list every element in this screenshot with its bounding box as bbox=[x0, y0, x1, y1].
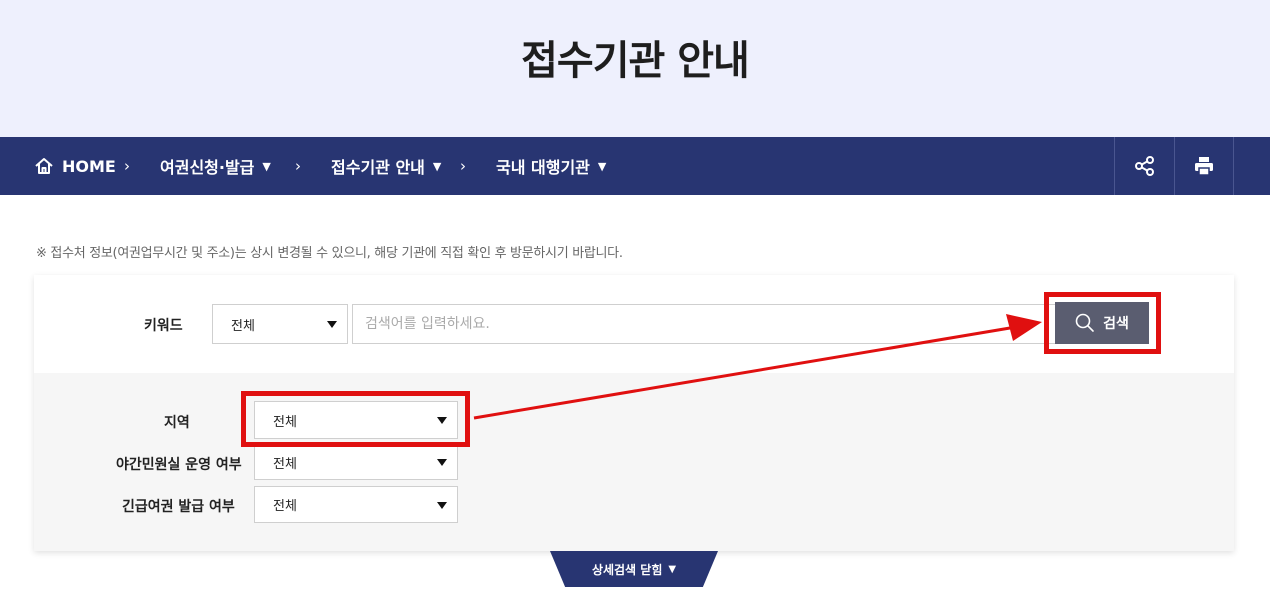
breadcrumb-home-label: HOME bbox=[62, 156, 116, 176]
breadcrumb-item-reception-guide[interactable]: 접수기관 안내 ▼ bbox=[331, 137, 441, 195]
breadcrumb-item-label: 여권신청·발급 bbox=[160, 158, 255, 177]
breadcrumb-item-domestic-agency[interactable]: 국내 대행기관 ▼ bbox=[496, 137, 606, 195]
filter-label-region: 지역 bbox=[164, 415, 190, 431]
emergency-passport-select-value: 전체 bbox=[273, 499, 297, 514]
breadcrumb-item-passport-issuance[interactable]: 여권신청·발급 ▼ bbox=[160, 137, 271, 195]
share-icon bbox=[1134, 156, 1154, 176]
print-button[interactable] bbox=[1174, 137, 1234, 195]
print-icon bbox=[1195, 157, 1213, 176]
detail-search-toggle-label: 상세검색 닫힘 bbox=[591, 562, 663, 577]
night-office-select-value: 전체 bbox=[273, 456, 297, 472]
caret-down-icon: ▼ bbox=[432, 159, 442, 173]
caret-down-icon: ▼ bbox=[668, 563, 677, 575]
page-header: 접수기관 안내 bbox=[0, 0, 1270, 137]
keyword-scope-value: 전체 bbox=[231, 318, 255, 334]
dropdown-arrow-icon bbox=[437, 501, 447, 509]
night-office-select[interactable]: 전체 bbox=[254, 444, 458, 480]
dropdown-arrow-icon bbox=[327, 321, 337, 328]
breadcrumb-item-label: 국내 대행기관 bbox=[496, 158, 590, 177]
breadcrumb-bar: HOME › 여권신청·발급 ▼ › 접수기관 안내 ▼ › 국내 대행기관 ▼ bbox=[0, 137, 1270, 195]
notice-text: ※ 접수처 정보(여권업무시간 및 주소)는 상시 변경될 수 있으니, 해당 … bbox=[36, 246, 623, 261]
search-button-highlight bbox=[1044, 292, 1161, 354]
search-input[interactable] bbox=[352, 304, 1072, 344]
chevron-right-icon: › bbox=[460, 157, 466, 175]
chevron-right-icon: › bbox=[124, 157, 130, 175]
share-button[interactable] bbox=[1114, 137, 1174, 195]
breadcrumb-home[interactable]: HOME bbox=[34, 137, 116, 195]
caret-down-icon: ▼ bbox=[262, 159, 271, 173]
page-title: 접수기관 안내 bbox=[521, 38, 750, 84]
keyword-label: 키워드 bbox=[144, 318, 183, 334]
dropdown-arrow-icon bbox=[437, 459, 447, 466]
chevron-right-icon: › bbox=[295, 157, 301, 175]
home-icon bbox=[34, 157, 54, 175]
region-select-highlight bbox=[241, 391, 470, 447]
keyword-scope-select[interactable]: 전체 bbox=[212, 304, 348, 344]
emergency-passport-select[interactable]: 전체 bbox=[254, 486, 458, 523]
filter-label-night-office: 야간민원실 운영 여부 bbox=[116, 457, 242, 473]
detail-search-toggle[interactable]: 상세검색 닫힘 ▼ bbox=[550, 551, 718, 587]
filter-label-emergency-passport: 긴급여권 발급 여부 bbox=[122, 499, 235, 515]
breadcrumb-item-label: 접수기관 안내 bbox=[331, 158, 425, 177]
caret-down-icon: ▼ bbox=[597, 159, 607, 173]
